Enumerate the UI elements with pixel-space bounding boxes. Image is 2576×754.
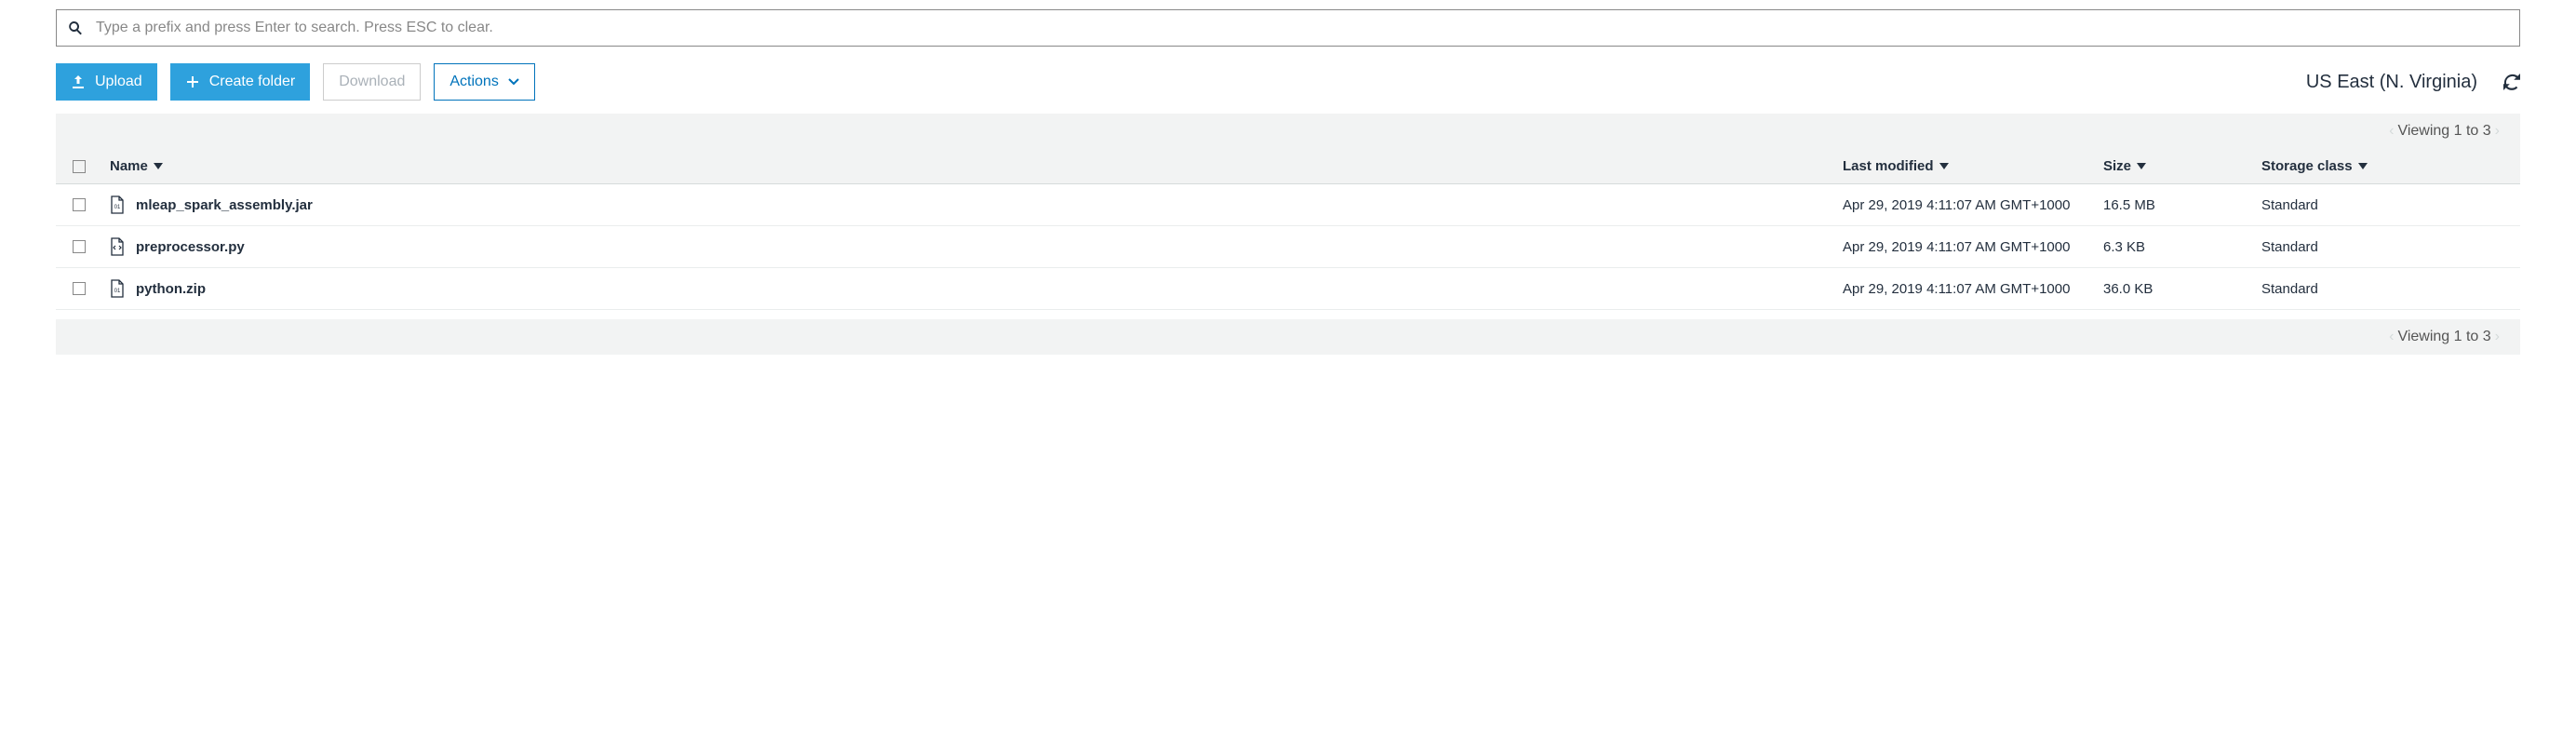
row-checkbox[interactable] [73,282,86,295]
cell-last-modified: Apr 29, 2019 4:11:07 AM GMT+1000 [1843,197,2103,213]
create-folder-button[interactable]: Create folder [170,63,311,101]
svg-text:01: 01 [114,289,121,294]
row-checkbox[interactable] [73,240,86,253]
search-input[interactable] [96,20,2508,36]
column-size[interactable]: Size [2103,158,2261,174]
download-button: Download [323,63,421,101]
table-row[interactable]: preprocessor.py Apr 29, 2019 4:11:07 AM G… [56,226,2520,268]
column-storage-class[interactable]: Storage class [2261,158,2503,174]
table-row[interactable]: 01 python.zip Apr 29, 2019 4:11:07 AM GMT+… [56,268,2520,310]
refresh-icon [2503,74,2520,90]
caret-down-icon [2137,158,2146,174]
caret-down-icon [154,158,163,174]
chevron-down-icon [508,76,519,88]
table-header: Name Last modified Size Storage class [56,149,2520,184]
paging-top: ‹ Viewing 1 to 3 › [56,114,2520,149]
column-last-modified[interactable]: Last modified [1843,158,2103,174]
cell-size: 16.5 MB [2103,197,2261,213]
actions-label: Actions [449,74,498,90]
caret-down-icon [2358,158,2368,174]
file-name[interactable]: preprocessor.py [136,239,245,255]
upload-icon [71,74,86,89]
cell-storage-class: Standard [2261,281,2503,297]
actions-dropdown[interactable]: Actions [434,63,534,101]
paging-label: Viewing 1 to 3 [2397,329,2490,345]
table-row[interactable]: 01 mleap_spark_assembly.jar Apr 29, 2019 4… [56,184,2520,226]
page-next-icon[interactable]: › [2491,123,2503,140]
select-all-checkbox[interactable] [73,160,86,173]
table-body: 01 mleap_spark_assembly.jar Apr 29, 2019 4… [56,184,2520,310]
paging-bottom: ‹ Viewing 1 to 3 › [56,319,2520,355]
upload-button[interactable]: Upload [56,63,157,101]
search-icon [68,20,83,35]
cell-size: 36.0 KB [2103,281,2261,297]
file-name[interactable]: mleap_spark_assembly.jar [136,197,313,213]
cell-storage-class: Standard [2261,239,2503,255]
cell-last-modified: Apr 29, 2019 4:11:07 AM GMT+1000 [1843,239,2103,255]
paging-label: Viewing 1 to 3 [2397,123,2490,140]
column-name[interactable]: Name [110,158,1843,174]
file-code-icon [110,237,125,256]
page-next-icon[interactable]: › [2491,329,2503,345]
row-checkbox[interactable] [73,198,86,211]
download-label: Download [339,74,405,90]
region-label: US East (N. Virginia) [2306,72,2477,93]
file-binary-icon: 01 [110,279,125,298]
cell-size: 6.3 KB [2103,239,2261,255]
caret-down-icon [1939,158,1949,174]
cell-storage-class: Standard [2261,197,2503,213]
toolbar: Upload Create folder Download Actions US… [56,63,2520,101]
svg-text:01: 01 [114,205,121,210]
upload-label: Upload [95,74,142,90]
refresh-button[interactable] [2503,74,2520,90]
search-bar[interactable] [56,9,2520,47]
file-binary-icon: 01 [110,195,125,214]
page-prev-icon[interactable]: ‹ [2385,123,2397,140]
create-folder-label: Create folder [209,74,296,90]
file-name[interactable]: python.zip [136,281,206,297]
page-prev-icon[interactable]: ‹ [2385,329,2397,345]
cell-last-modified: Apr 29, 2019 4:11:07 AM GMT+1000 [1843,281,2103,297]
plus-icon [185,74,200,89]
